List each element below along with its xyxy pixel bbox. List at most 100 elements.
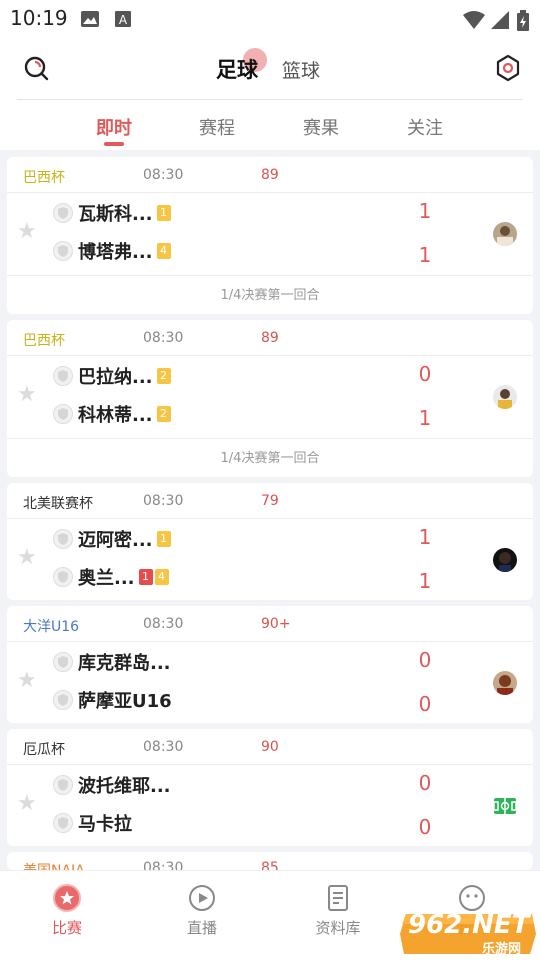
team-name: 波托维耶... bbox=[78, 776, 171, 797]
nav-label: 直播 bbox=[186, 919, 217, 937]
match-header: 巴西杯 08:30 89 bbox=[7, 320, 533, 356]
match-minute: 90 bbox=[261, 739, 279, 755]
kickoff-time: 08:30 bbox=[143, 167, 184, 183]
away-score: 1 bbox=[418, 243, 432, 267]
nav-match[interactable]: 比赛 bbox=[22, 883, 112, 938]
league-name: 巴西杯 bbox=[23, 333, 65, 349]
league-name: 北美联赛杯 bbox=[23, 496, 93, 512]
match-minute: 85 bbox=[261, 860, 279, 870]
team-crest-icon bbox=[53, 813, 73, 833]
favorite-star-icon[interactable]: ★ bbox=[17, 670, 37, 692]
team-name: 库克群岛... bbox=[78, 653, 171, 674]
match-card[interactable]: 大洋U16 08:30 90+ ★ 库克群岛... 萨摩亚U16 0 0 bbox=[7, 606, 533, 723]
team-name: 瓦斯科... bbox=[78, 204, 153, 225]
player-avatar[interactable] bbox=[493, 385, 517, 409]
team-crest-icon bbox=[53, 567, 73, 587]
tab-live[interactable]: 即时 bbox=[74, 114, 154, 140]
home-team: 巴拉纳... 2 bbox=[53, 362, 171, 390]
league-name: 大洋U16 bbox=[23, 619, 80, 635]
match-card[interactable]: 巴西杯 08:30 89 ★ 巴拉纳... 2 科林蒂... 2 0 1 1/4… bbox=[7, 320, 533, 477]
profile-icon bbox=[459, 885, 485, 911]
match-round: 1/4决赛第一回合 bbox=[7, 438, 533, 477]
away-team: 奥兰... 1 4 bbox=[53, 563, 169, 591]
match-header: 厄瓜杯 08:30 90 bbox=[7, 729, 533, 765]
team-name: 巴拉纳... bbox=[78, 367, 153, 388]
league-name: 巴西杯 bbox=[23, 170, 65, 186]
yellow-card-badge: 4 bbox=[156, 243, 171, 259]
favorite-star-icon[interactable]: ★ bbox=[17, 793, 37, 815]
home-score: 0 bbox=[418, 362, 432, 386]
tab-results[interactable]: 赛果 bbox=[281, 114, 361, 140]
battery-charging-icon bbox=[517, 10, 529, 31]
home-team: 波托维耶... bbox=[53, 771, 171, 799]
match-header: 巴西杯 08:30 89 bbox=[7, 157, 533, 193]
settings-icon[interactable] bbox=[494, 54, 522, 82]
wifi-icon bbox=[463, 11, 485, 29]
favorite-star-icon[interactable]: ★ bbox=[17, 384, 37, 406]
team-name: 博塔弗... bbox=[78, 242, 153, 263]
home-team: 迈阿密... 1 bbox=[53, 525, 171, 553]
match-header: 北美联赛杯 08:30 79 bbox=[7, 483, 533, 519]
red-card-badge: 1 bbox=[138, 569, 153, 585]
team-crest-icon bbox=[53, 529, 73, 549]
league-name: 厄瓜杯 bbox=[23, 742, 65, 758]
yellow-card-badge: 1 bbox=[156, 531, 171, 547]
home-score: 0 bbox=[418, 771, 432, 795]
yellow-card-badge: 2 bbox=[156, 368, 171, 384]
away-score: 1 bbox=[418, 406, 432, 430]
header: 足球 篮球 即时 赛程 赛果 关注 bbox=[0, 38, 540, 150]
nav-live[interactable]: 直播 bbox=[157, 883, 247, 938]
team-crest-icon bbox=[53, 203, 73, 223]
match-card[interactable]: 美国NAIA 08:30 85 bbox=[7, 852, 533, 870]
kickoff-time: 08:30 bbox=[143, 860, 184, 870]
home-score: 0 bbox=[418, 648, 432, 672]
away-team: 萨摩亚U16 bbox=[53, 686, 172, 714]
player-avatar[interactable] bbox=[493, 671, 517, 695]
match-header: 美国NAIA 08:30 85 bbox=[7, 852, 533, 870]
yellow-card-badge: 4 bbox=[154, 569, 169, 585]
nav-database[interactable]: 资料库 bbox=[293, 883, 383, 938]
match-card[interactable]: 北美联赛杯 08:30 79 ★ 迈阿密... 1 奥兰... 1 4 1 1 bbox=[7, 483, 533, 600]
tab-schedule[interactable]: 赛程 bbox=[177, 114, 257, 140]
home-score: 1 bbox=[418, 525, 432, 549]
kickoff-time: 08:30 bbox=[143, 330, 184, 346]
match-minute: 79 bbox=[261, 493, 279, 509]
tab-football[interactable]: 足球 bbox=[216, 54, 258, 84]
svg-text:A: A bbox=[119, 13, 128, 27]
match-card[interactable]: 厄瓜杯 08:30 90 ★ 波托维耶... 马卡拉 0 0 bbox=[7, 729, 533, 846]
team-crest-icon bbox=[53, 652, 73, 672]
team-name: 科林蒂... bbox=[78, 405, 153, 426]
match-round: 1/4决赛第一回合 bbox=[7, 275, 533, 314]
search-icon[interactable] bbox=[22, 54, 50, 82]
team-name: 迈阿密... bbox=[78, 530, 153, 551]
away-score: 0 bbox=[418, 692, 432, 716]
tab-underline bbox=[104, 142, 124, 146]
yellow-card-badge: 1 bbox=[156, 205, 171, 221]
team-crest-icon bbox=[53, 404, 73, 424]
field-icon[interactable] bbox=[493, 797, 517, 815]
away-score: 0 bbox=[418, 815, 432, 839]
home-team: 瓦斯科... 1 bbox=[53, 199, 171, 227]
match-card[interactable]: 巴西杯 08:30 89 ★ 瓦斯科... 1 博塔弗... 4 1 1 1/4… bbox=[7, 157, 533, 314]
nav-label: 比赛 bbox=[51, 919, 82, 937]
away-score: 1 bbox=[418, 569, 432, 593]
tab-following[interactable]: 关注 bbox=[385, 114, 465, 140]
header-divider bbox=[17, 99, 523, 100]
match-minute: 89 bbox=[261, 167, 279, 183]
team-name: 萨摩亚U16 bbox=[78, 691, 172, 712]
team-crest-icon bbox=[53, 690, 73, 710]
team-crest-icon bbox=[53, 241, 73, 261]
nav-label: 资料库 bbox=[315, 919, 361, 937]
away-team: 博塔弗... 4 bbox=[53, 237, 171, 265]
team-crest-icon bbox=[53, 775, 73, 795]
kickoff-time: 08:30 bbox=[143, 493, 184, 509]
favorite-star-icon[interactable]: ★ bbox=[17, 547, 37, 569]
team-name: 奥兰... bbox=[78, 568, 135, 589]
player-avatar[interactable] bbox=[493, 548, 517, 572]
kickoff-time: 08:30 bbox=[143, 616, 184, 632]
live-play-icon bbox=[189, 885, 215, 911]
favorite-star-icon[interactable]: ★ bbox=[17, 221, 37, 243]
match-icon bbox=[53, 884, 81, 912]
player-avatar[interactable] bbox=[493, 222, 517, 246]
tab-basketball[interactable]: 篮球 bbox=[282, 56, 320, 83]
